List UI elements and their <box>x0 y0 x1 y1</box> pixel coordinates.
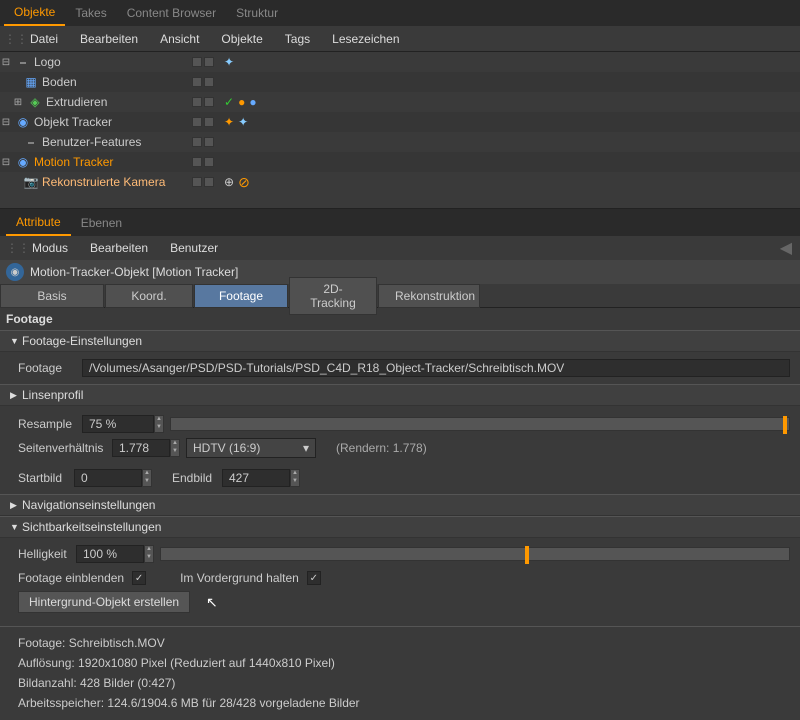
slider-helligkeit[interactable] <box>160 547 790 561</box>
prohibit-icon[interactable]: ⊘ <box>238 174 250 191</box>
menu-objekte[interactable]: Objekte <box>211 28 272 50</box>
menu-lesezeichen[interactable]: Lesezeichen <box>322 28 409 50</box>
menu-bearbeiten2[interactable]: Bearbeiten <box>80 238 158 258</box>
plane-icon: ▦ <box>23 74 39 90</box>
expand-icon[interactable]: ⊟ <box>0 57 12 68</box>
label-endbild: Endbild <box>172 471 222 485</box>
label-rendern: (Rendern: 1.778) <box>336 441 427 455</box>
object-title: Motion-Tracker-Objekt [Motion Tracker] <box>30 265 238 279</box>
subtab-rekon[interactable]: Rekonstruktion <box>378 284 480 308</box>
cursor-icon: ↖ <box>206 594 218 611</box>
back-arrow-icon[interactable]: ◀ <box>780 238 800 258</box>
menu-ansicht[interactable]: Ansicht <box>150 28 209 50</box>
dropdown-hdtv[interactable]: HDTV (16:9) ▾ <box>186 438 316 458</box>
tracker-icon: ◉ <box>15 114 31 130</box>
grip-icon: ⋮⋮ <box>4 32 18 46</box>
motion-tracker-icon: ◉ <box>15 154 31 170</box>
checkbox-einblenden[interactable]: ✓ <box>132 571 146 585</box>
spinner[interactable]: ▲▼ <box>142 469 152 487</box>
label-seiten: Seitenverhältnis <box>18 441 112 455</box>
subtab-footage[interactable]: Footage <box>194 284 288 308</box>
input-seiten[interactable] <box>112 439 170 457</box>
label-einblenden: Footage einblenden <box>18 571 132 585</box>
group-sicht[interactable]: ▼ Sichtbarkeitseinstellungen <box>0 516 800 538</box>
spinner[interactable]: ▲▼ <box>144 545 154 563</box>
spinner[interactable]: ▲▼ <box>154 415 164 433</box>
tree-item-kamera[interactable]: Rekonstruierte Kamera <box>42 175 165 189</box>
check-icon[interactable]: ✓ <box>224 95 234 109</box>
tag-icon[interactable]: ✦ <box>224 115 234 129</box>
null-icon: ⎯ <box>23 134 39 150</box>
expand-icon[interactable]: ⊟ <box>0 117 12 128</box>
tab-takes[interactable]: Takes <box>65 1 116 25</box>
chevron-down-icon: ▼ <box>10 336 22 346</box>
input-helligkeit[interactable] <box>76 545 144 563</box>
subtab-basis[interactable]: Basis <box>0 284 104 308</box>
tag-icon[interactable]: ● <box>238 95 245 109</box>
label-vordergrund: Im Vordergrund halten <box>180 571 307 585</box>
menu-bearbeiten[interactable]: Bearbeiten <box>70 28 148 50</box>
tag-icon[interactable]: ● <box>249 95 256 109</box>
label-resample: Resample <box>18 417 82 431</box>
tree-item-tracker[interactable]: Objekt Tracker <box>34 115 112 129</box>
grip-icon: ⋮⋮ <box>6 241 20 255</box>
tree-item-logo[interactable]: Logo <box>34 55 61 69</box>
input-resample[interactable] <box>82 415 154 433</box>
label-footage: Footage <box>18 361 82 375</box>
subtab-koord[interactable]: Koord. <box>105 284 193 308</box>
footage-info: Footage: Schreibtisch.MOV Auflösung: 192… <box>0 626 800 719</box>
section-footage: Footage <box>0 308 800 330</box>
group-nav[interactable]: ▶ Navigationseinstellungen <box>0 494 800 516</box>
target-icon[interactable]: ⊕ <box>224 175 234 189</box>
subtab-tracking[interactable]: 2D-Tracking <box>289 277 377 315</box>
expand-icon[interactable]: ⊟ <box>0 157 12 168</box>
chevron-down-icon: ▾ <box>303 441 309 455</box>
menu-tags[interactable]: Tags <box>275 28 320 50</box>
tab-attribute[interactable]: Attribute <box>6 210 71 236</box>
tree-item-features[interactable]: Benutzer-Features <box>42 135 141 149</box>
button-hintergrund[interactable]: Hintergrund-Objekt erstellen <box>18 591 190 613</box>
slider-resample[interactable] <box>170 417 790 431</box>
group-linsen[interactable]: ▶ Linsenprofil <box>0 384 800 406</box>
menu-benutzer[interactable]: Benutzer <box>160 238 228 258</box>
extrude-icon: ◈ <box>27 94 43 110</box>
input-startbild[interactable] <box>74 469 142 487</box>
label-startbild: Startbild <box>18 471 74 485</box>
null-icon: ⎯ <box>15 54 31 70</box>
chevron-right-icon: ▶ <box>10 500 22 511</box>
tree-item-boden[interactable]: Boden <box>42 75 77 89</box>
tag-icon[interactable]: ✦ <box>238 115 248 129</box>
spinner[interactable]: ▲▼ <box>170 439 180 457</box>
object-tree[interactable]: ⊟ ⎯ Logo ✦ ▦ Boden ⊞ ◈ Extrudieren ✓ ● ● ⊟… <box>0 52 800 200</box>
tab-content-browser[interactable]: Content Browser <box>117 1 226 25</box>
tree-item-motion[interactable]: Motion Tracker <box>34 155 113 169</box>
menu-datei[interactable]: Datei <box>20 28 68 50</box>
tab-struktur[interactable]: Struktur <box>226 1 288 25</box>
menu-modus[interactable]: Modus <box>22 238 78 258</box>
label-helligkeit: Helligkeit <box>18 547 76 561</box>
spinner[interactable]: ▲▼ <box>290 469 300 487</box>
group-settings[interactable]: ▼ Footage-Einstellungen <box>0 330 800 352</box>
expand-icon[interactable]: ⊞ <box>12 97 24 108</box>
chevron-right-icon: ▶ <box>10 390 22 401</box>
checkbox-vordergrund[interactable]: ✓ <box>307 571 321 585</box>
tab-objekte[interactable]: Objekte <box>4 0 65 26</box>
input-footage-path[interactable] <box>82 359 790 377</box>
chevron-down-icon: ▼ <box>10 522 22 532</box>
motion-tracker-icon: ◉ <box>6 263 24 281</box>
input-endbild[interactable] <box>222 469 290 487</box>
tag-icon[interactable]: ✦ <box>224 55 234 69</box>
tree-item-extrude[interactable]: Extrudieren <box>46 95 107 109</box>
tab-ebenen[interactable]: Ebenen <box>71 211 132 235</box>
camera-icon: 📷 <box>23 174 39 190</box>
